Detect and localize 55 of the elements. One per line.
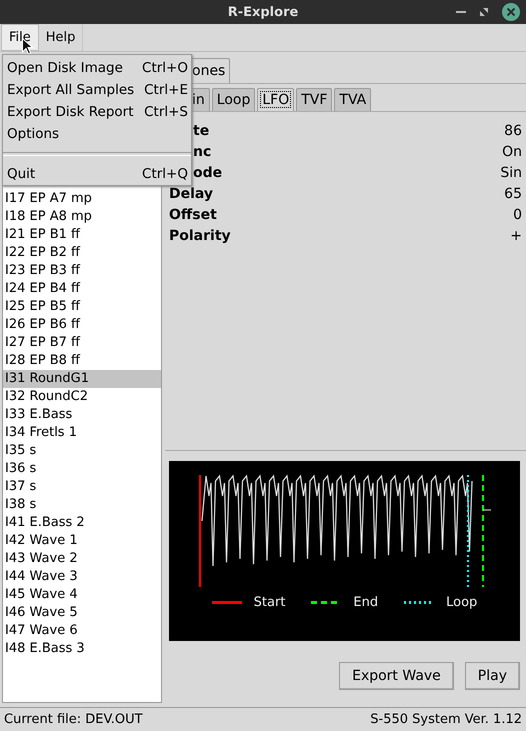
tab[interactable]: TVA	[334, 88, 372, 111]
param-label: te	[192, 122, 210, 138]
param-value: +	[510, 228, 522, 244]
param-value: 86	[504, 122, 522, 138]
list-item[interactable]: I17 EP A7 mp	[3, 190, 161, 208]
list-item[interactable]: I44 Wave 3	[3, 568, 161, 586]
param-value: Sin	[500, 164, 522, 180]
list-item[interactable]: I24 EP B4 ff	[3, 280, 161, 298]
list-item[interactable]: I28 EP B8 ff	[3, 352, 161, 370]
legend-label: End	[353, 595, 378, 610]
list-item[interactable]: I47 Wave 6	[3, 622, 161, 640]
list-item[interactable]: I33 E.Bass	[3, 406, 161, 424]
list-item[interactable]: I25 EP B5 ff	[3, 298, 161, 316]
list-item[interactable]: I32 RoundC2	[3, 388, 161, 406]
param-label: Polarity	[169, 228, 231, 244]
param-value: On	[502, 144, 522, 160]
restore-icon[interactable]	[480, 8, 488, 16]
param-value: 65	[504, 186, 522, 202]
param-label: Offset	[169, 206, 217, 222]
list-item[interactable]: I18 EP A8 mp	[3, 208, 161, 226]
window-title: R-Explore	[228, 4, 298, 20]
legend-label: Loop	[446, 595, 478, 610]
list-item[interactable]: I38 s	[3, 496, 161, 514]
menu-option[interactable]: Options	[3, 123, 191, 145]
menu-option[interactable]: Quit Ctrl+Q	[3, 163, 191, 185]
param-value: 0	[513, 206, 522, 222]
list-item[interactable]: I37 s	[3, 478, 161, 496]
param-label: nc	[192, 144, 212, 160]
version-text: S-550 System Ver. 1.12	[370, 712, 522, 727]
list-item[interactable]: I22 EP B2 ff	[3, 244, 161, 262]
tab[interactable]: LFO	[257, 88, 294, 111]
list-item[interactable]: I48 E.Bass 3	[3, 640, 161, 658]
close-icon[interactable]	[502, 3, 520, 21]
list-item[interactable]: I43 Wave 2	[3, 550, 161, 568]
menu-item[interactable]: File	[1, 24, 39, 51]
list-item[interactable]: I45 Wave 4	[3, 586, 161, 604]
status-text: Current file: DEV.OUT	[4, 712, 143, 727]
tab[interactable]: Loop	[212, 88, 256, 111]
action-button[interactable]: Export Wave	[339, 662, 454, 690]
list-item[interactable]: I27 EP B7 ff	[3, 334, 161, 352]
list-item[interactable]: I31 RoundG1	[3, 370, 161, 388]
menu-item[interactable]: Help	[38, 24, 84, 51]
list-item[interactable]: I23 EP B3 ff	[3, 262, 161, 280]
list-item[interactable]: I46 Wave 5	[3, 604, 161, 622]
list-item[interactable]: I36 s	[3, 460, 161, 478]
list-item[interactable]: I41 E.Bass 2	[3, 514, 161, 532]
list-item[interactable]: I42 Wave 1	[3, 532, 161, 550]
list-item[interactable]: I26 EP B6 ff	[3, 316, 161, 334]
list-item[interactable]: I21 EP B1 ff	[3, 226, 161, 244]
param-label: Delay	[169, 186, 214, 202]
list-item[interactable]: I34 Fretls 1	[3, 424, 161, 442]
list-item[interactable]: I35 s	[3, 442, 161, 460]
legend-label: Start	[254, 595, 286, 610]
tab[interactable]: TVF	[296, 88, 332, 111]
action-button[interactable]: Play	[464, 662, 520, 690]
